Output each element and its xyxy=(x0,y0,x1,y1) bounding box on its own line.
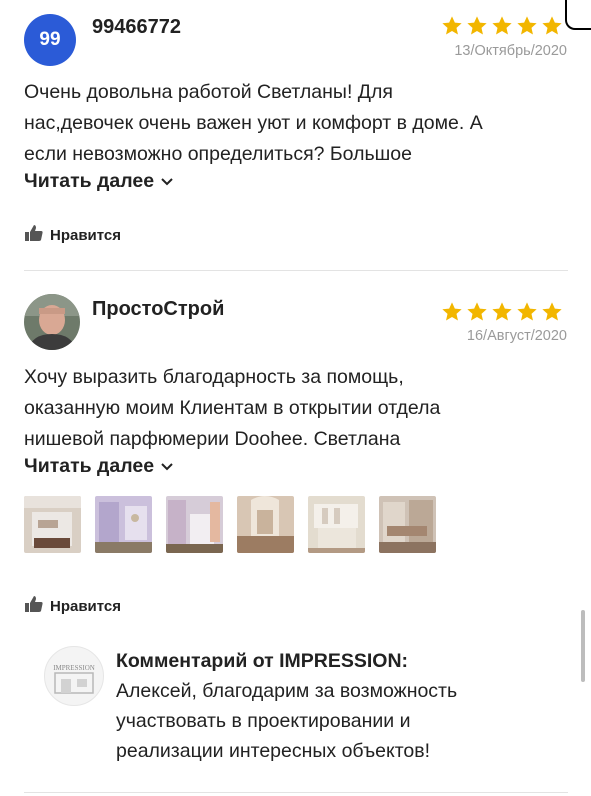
review-text-line: Очень довольна работой Светланы! Для xyxy=(24,81,393,103)
like-button[interactable]: Нравится xyxy=(24,595,121,617)
review-photo[interactable] xyxy=(166,496,223,553)
review-text-line: Хочу выразить благодарность за помощь, xyxy=(24,366,404,388)
reply-text-line: Алексей, благодарим за возможность xyxy=(116,680,458,702)
like-button[interactable]: Нравится xyxy=(24,224,121,246)
read-more-link[interactable]: Читать далее xyxy=(24,170,174,193)
window-corner xyxy=(565,0,591,30)
review-text-line: нас,девочек очень важен уют и комфорт в … xyxy=(24,112,483,134)
like-label: Нравится xyxy=(50,597,122,615)
scrollbar-thumb[interactable] xyxy=(581,610,585,682)
star-icon xyxy=(542,302,562,321)
star-icon xyxy=(442,16,462,35)
star-icon xyxy=(492,16,512,35)
review-date: 16/Август/2020 xyxy=(466,328,567,344)
divider xyxy=(24,792,568,793)
read-more-label: Читать далее xyxy=(24,455,155,477)
avatar: 99 xyxy=(24,14,76,66)
thumbs-up-icon xyxy=(24,224,44,246)
company-logo: IMPRESSION xyxy=(44,646,104,706)
review-author[interactable]: ПростоСтрой xyxy=(92,298,224,321)
star-icon xyxy=(442,302,462,321)
avatar xyxy=(24,294,80,350)
star-icon xyxy=(492,302,512,321)
star-rating xyxy=(441,301,563,323)
divider xyxy=(24,270,568,271)
star-icon xyxy=(467,302,487,321)
star-icon xyxy=(517,302,537,321)
star-icon xyxy=(517,16,537,35)
star-icon xyxy=(542,16,562,35)
review-date: 13/Октябрь/2020 xyxy=(454,43,567,59)
read-more-link[interactable]: Читать далее xyxy=(24,455,174,478)
reply-text-line: реализации интересных объектов! xyxy=(116,740,431,762)
reply-title: Комментарий от IMPRESSION: xyxy=(116,650,409,672)
read-more-label: Читать далее xyxy=(24,170,155,192)
svg-text:IMPRESSION: IMPRESSION xyxy=(53,664,95,672)
reply-text-line: участвовать в проектировании и xyxy=(116,710,411,732)
review-photo[interactable] xyxy=(308,496,365,553)
review-text-line: если невозможно определиться? Большое xyxy=(24,143,412,165)
review-photo[interactable] xyxy=(379,496,436,553)
review-author[interactable]: 99466772 xyxy=(92,16,181,39)
review-text-line: оказанную моим Клиентам в открытии отдел… xyxy=(24,397,441,419)
reply-text: Алексей, благодарим за возможность участ… xyxy=(116,676,457,766)
like-label: Нравится xyxy=(50,226,122,244)
chevron-down-icon xyxy=(160,455,174,478)
review-text: Хочу выразить благодарность за помощь, о… xyxy=(24,362,440,455)
review-photo[interactable] xyxy=(95,496,152,553)
star-icon xyxy=(467,16,487,35)
review-photo[interactable] xyxy=(24,496,81,553)
review-text: Очень довольна работой Светланы! Для нас… xyxy=(24,77,483,170)
review-text-line: нишевой парфюмерии Doohee. Светлана xyxy=(24,428,401,450)
review-photo[interactable] xyxy=(237,496,294,553)
star-rating xyxy=(441,15,563,37)
thumbs-up-icon xyxy=(24,595,44,617)
chevron-down-icon xyxy=(160,170,174,193)
